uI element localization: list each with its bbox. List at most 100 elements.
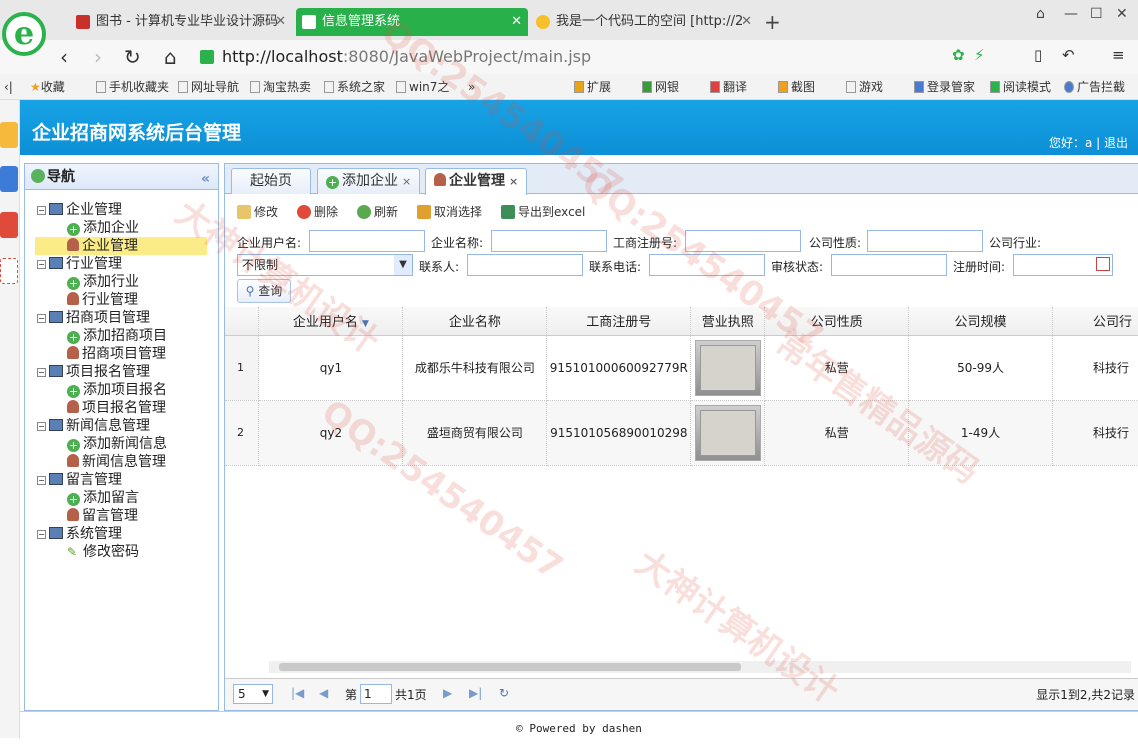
collapse-toggle-icon[interactable]: − bbox=[37, 206, 46, 215]
last-page-icon[interactable]: ▶| bbox=[469, 686, 482, 700]
collapse-toggle-icon[interactable]: − bbox=[37, 260, 46, 269]
tree-item-project-manage[interactable]: 招商项目管理 bbox=[25, 345, 218, 363]
star-icon[interactable] bbox=[0, 122, 18, 148]
new-tab-button[interactable]: + bbox=[764, 8, 781, 36]
tab-company-manage[interactable]: 企业管理 × bbox=[425, 168, 528, 195]
bookmark-mobile[interactable]: 手机收藏夹 bbox=[96, 74, 169, 99]
tree-item-add-news[interactable]: + 添加新闻信息 bbox=[25, 435, 218, 453]
maximize-icon[interactable]: ☐ bbox=[1090, 6, 1103, 22]
bookmark-more[interactable]: » bbox=[468, 74, 475, 99]
tree-item-add-company[interactable]: + 添加企业 bbox=[25, 219, 218, 237]
delete-button[interactable]: 删除 bbox=[297, 202, 338, 222]
header-license[interactable]: 营业执照 bbox=[690, 307, 766, 336]
ext-adblock[interactable]: 广告拦截 bbox=[1064, 74, 1125, 99]
reg-time-input[interactable] bbox=[1013, 254, 1113, 276]
reg-no-input[interactable] bbox=[685, 230, 801, 252]
first-page-icon[interactable]: |◀ bbox=[291, 686, 304, 700]
mail-icon[interactable] bbox=[0, 258, 18, 284]
home-icon[interactable]: ⌂ bbox=[164, 44, 177, 70]
browser-tab-space[interactable]: 我是一个代码工的空间 [http://2 ✕ bbox=[530, 8, 758, 36]
speed-icon[interactable]: ✿ bbox=[952, 46, 965, 64]
tree-item-message-manage[interactable]: 留言管理 bbox=[25, 507, 218, 525]
close-icon[interactable]: ✕ bbox=[741, 8, 752, 36]
bookmark-win7[interactable]: win7之 bbox=[396, 74, 449, 99]
minimize-icon[interactable]: — bbox=[1064, 6, 1078, 22]
collapse-icon[interactable]: « bbox=[201, 166, 210, 192]
header-industry[interactable]: 公司行 bbox=[1052, 307, 1138, 336]
nature-input[interactable] bbox=[867, 230, 983, 252]
search-button[interactable]: ⚲ 查询 bbox=[237, 279, 291, 303]
collapse-toggle-icon[interactable]: − bbox=[37, 530, 46, 539]
header-nature[interactable]: 公司性质 bbox=[764, 307, 910, 336]
tree-group-system[interactable]: − 系统管理 bbox=[25, 525, 218, 543]
company-name-input[interactable] bbox=[491, 230, 607, 252]
next-page-icon[interactable]: ▶ bbox=[443, 686, 452, 700]
scrollbar-thumb[interactable] bbox=[279, 663, 741, 671]
ext-bank[interactable]: 网银 bbox=[642, 74, 679, 99]
browser-tab-books[interactable]: 图书 - 计算机专业毕业设计源码 ✕ bbox=[70, 8, 292, 36]
export-excel-button[interactable]: 导出到excel bbox=[501, 202, 585, 222]
header-reg-no[interactable]: 工商注册号 bbox=[546, 307, 692, 336]
tree-item-company-manage[interactable]: 企业管理 bbox=[35, 237, 207, 255]
table-row[interactable]: 1 qy1 成都乐牛科技有限公司 91510100060092779R 私营 5… bbox=[225, 335, 1138, 401]
tree-item-add-signup[interactable]: + 添加项目报名 bbox=[25, 381, 218, 399]
refresh-button[interactable]: 刷新 bbox=[357, 202, 398, 222]
close-icon[interactable]: × bbox=[509, 175, 518, 188]
bookmark-arrow-icon[interactable]: ‹| bbox=[4, 74, 13, 99]
tree-item-add-project[interactable]: + 添加招商项目 bbox=[25, 327, 218, 345]
weibo-icon[interactable] bbox=[0, 212, 18, 238]
browser-logo-icon[interactable]: e bbox=[2, 12, 46, 56]
tree-item-change-password[interactable]: ✎ 修改密码 bbox=[25, 543, 218, 561]
menu-icon[interactable]: ≡ bbox=[1112, 46, 1125, 64]
close-icon[interactable]: ✕ bbox=[275, 8, 286, 36]
collapse-toggle-icon[interactable]: − bbox=[37, 314, 46, 323]
lightning-icon[interactable]: ⚡ bbox=[974, 46, 985, 64]
audit-status-input[interactable] bbox=[831, 254, 947, 276]
phone-input[interactable] bbox=[649, 254, 765, 276]
contact-input[interactable] bbox=[467, 254, 583, 276]
back-icon[interactable]: ‹ bbox=[60, 44, 68, 70]
undo-icon[interactable]: ↶ bbox=[1062, 46, 1075, 64]
page-number-input[interactable]: 1 bbox=[360, 684, 392, 704]
url-input[interactable]: http://localhost:8080/JavaWebProject/mai… bbox=[200, 45, 940, 69]
bookmark-xitong[interactable]: 系统之家 bbox=[324, 74, 385, 99]
close-icon[interactable]: ✕ bbox=[511, 8, 522, 36]
reload-icon[interactable]: ↻ bbox=[124, 44, 141, 70]
ext-login-manager[interactable]: 登录管家 bbox=[914, 74, 975, 99]
ext-reading-mode[interactable]: 阅读模式 bbox=[990, 74, 1051, 99]
close-icon[interactable]: × bbox=[402, 175, 411, 188]
collapse-toggle-icon[interactable]: − bbox=[37, 368, 46, 377]
ext-games[interactable]: 游戏 bbox=[846, 74, 883, 99]
collapse-toggle-icon[interactable]: − bbox=[37, 422, 46, 431]
prev-page-icon[interactable]: ◀ bbox=[319, 686, 328, 700]
bookmark-nav[interactable]: 网址导航 bbox=[178, 74, 239, 99]
header-user-name[interactable]: 企业用户名 ▼ bbox=[258, 307, 404, 336]
tree-group-message[interactable]: − 留言管理 bbox=[25, 471, 218, 489]
ext-translate[interactable]: 翻译 bbox=[710, 74, 747, 99]
logout-link[interactable]: 退出 bbox=[1104, 136, 1128, 150]
page-size-select[interactable]: 5 ▼ bbox=[233, 684, 273, 704]
industry-select[interactable]: 不限制 ▼ bbox=[237, 254, 413, 276]
calendar-icon[interactable] bbox=[1096, 257, 1110, 271]
tree-item-add-message[interactable]: + 添加留言 bbox=[25, 489, 218, 507]
window-close-icon[interactable]: ✕ bbox=[1116, 6, 1128, 22]
tree-group-company[interactable]: − 企业管理 bbox=[25, 201, 218, 219]
forward-icon[interactable]: › bbox=[94, 44, 102, 70]
bookmark-favorites[interactable]: ★收藏 bbox=[30, 74, 65, 99]
tree-item-industry-manage[interactable]: 行业管理 bbox=[25, 291, 218, 309]
horizontal-scrollbar[interactable] bbox=[269, 661, 1131, 673]
phone-icon[interactable]: ▯ bbox=[1034, 46, 1042, 64]
license-image[interactable] bbox=[694, 339, 761, 396]
ext-expand[interactable]: 扩展 bbox=[574, 74, 611, 99]
table-row[interactable]: 2 qy2 盛垣商贸有限公司 915101056890010298 私营 1-4… bbox=[225, 400, 1138, 466]
tree-group-signup[interactable]: − 项目报名管理 bbox=[25, 363, 218, 381]
tree-group-news[interactable]: − 新闻信息管理 bbox=[25, 417, 218, 435]
tree-item-add-industry[interactable]: + 添加行业 bbox=[25, 273, 218, 291]
tree-item-news-manage[interactable]: 新闻信息管理 bbox=[25, 453, 218, 471]
tree-group-project[interactable]: − 招商项目管理 bbox=[25, 309, 218, 327]
collapse-toggle-icon[interactable]: − bbox=[37, 476, 46, 485]
bookmark-taobao[interactable]: 淘宝热卖 bbox=[250, 74, 311, 99]
user-name-input[interactable] bbox=[309, 230, 425, 252]
browser-tab-info-system[interactable]: 信息管理系统 ✕ bbox=[296, 8, 528, 36]
list-icon[interactable] bbox=[0, 166, 18, 192]
